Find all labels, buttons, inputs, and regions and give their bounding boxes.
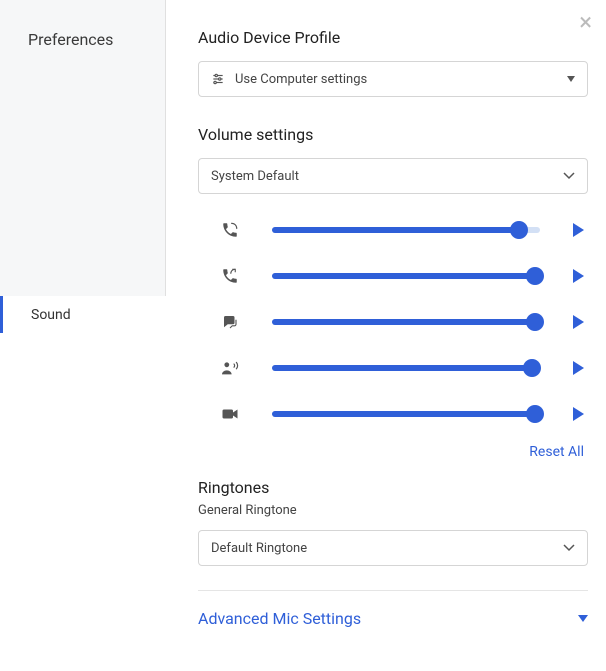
advanced-mic-label: Advanced Mic Settings — [198, 609, 361, 628]
chevron-down-icon — [563, 172, 575, 180]
close-icon[interactable]: × — [579, 10, 592, 34]
volume-slider[interactable] — [272, 358, 540, 378]
ringtones-title: Ringtones — [198, 478, 588, 497]
reset-all-link[interactable]: Reset All — [198, 444, 588, 460]
ringtones-subtitle: General Ringtone — [198, 503, 588, 518]
chat-icon — [216, 313, 244, 331]
audio-profile-select[interactable]: Use Computer settings — [198, 61, 588, 97]
caret-down-icon — [567, 76, 575, 82]
volume-device-select[interactable]: System Default — [198, 158, 588, 194]
volume-slider[interactable] — [272, 312, 540, 332]
person-sound-icon — [216, 360, 244, 376]
volume-slider-row — [198, 358, 588, 378]
sliders-icon — [211, 72, 225, 86]
play-icon[interactable] — [568, 223, 588, 237]
ringtone-select[interactable]: Default Ringtone — [198, 530, 588, 566]
divider — [198, 590, 588, 591]
caret-down-icon — [578, 615, 588, 622]
play-icon[interactable] — [568, 315, 588, 329]
sidebar-item-sound[interactable]: Sound — [0, 296, 166, 333]
volume-slider-row — [198, 312, 588, 332]
play-icon[interactable] — [568, 407, 588, 421]
main-panel: × Audio Device Profile Use Computer sett… — [166, 0, 606, 671]
chevron-down-icon — [563, 544, 575, 552]
sidebar-title: Preferences — [0, 0, 165, 49]
video-icon — [216, 407, 244, 421]
audio-profile-title: Audio Device Profile — [198, 28, 588, 47]
audio-profile-value: Use Computer settings — [235, 72, 367, 87]
volume-title: Volume settings — [198, 125, 588, 144]
play-icon[interactable] — [568, 361, 588, 375]
volume-slider-row — [198, 266, 588, 286]
phone-return-icon — [216, 267, 244, 285]
phone-ring-icon — [216, 221, 244, 239]
volume-slider[interactable] — [272, 220, 540, 240]
volume-slider-row — [198, 404, 588, 424]
sidebar: Preferences — [0, 0, 166, 296]
ringtone-value: Default Ringtone — [211, 541, 307, 556]
play-icon[interactable] — [568, 269, 588, 283]
volume-slider-row — [198, 220, 588, 240]
advanced-mic-toggle[interactable]: Advanced Mic Settings — [198, 609, 588, 648]
volume-slider[interactable] — [272, 266, 540, 286]
volume-slider[interactable] — [272, 404, 540, 424]
volume-device-value: System Default — [211, 169, 299, 184]
sound-item-label: Sound — [31, 307, 71, 323]
